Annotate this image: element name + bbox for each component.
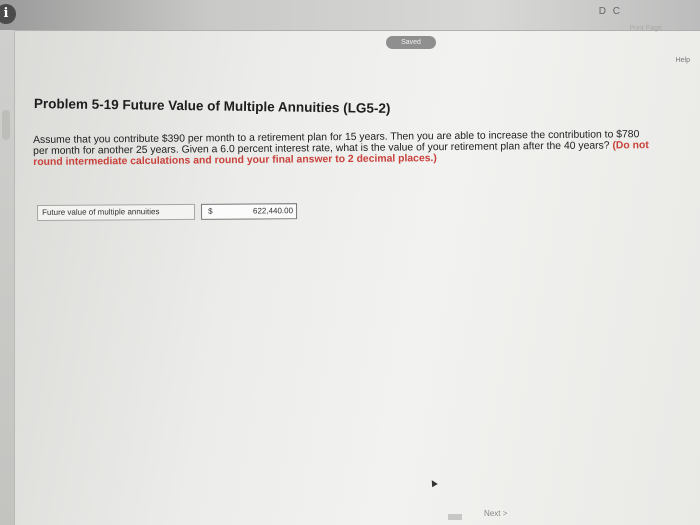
saved-status-badge: Saved bbox=[386, 36, 436, 49]
print-link[interactable]: Print Page bbox=[629, 25, 662, 32]
answer-label: Future value of multiple annuities bbox=[37, 203, 196, 221]
next-button[interactable]: Next > bbox=[484, 509, 507, 518]
currency-symbol: $ bbox=[208, 206, 213, 216]
rounding-note-start: (Do not bbox=[612, 140, 649, 152]
info-icon[interactable]: i bbox=[0, 4, 16, 24]
answer-value: 622,440.00 bbox=[252, 206, 294, 216]
next-label: Next bbox=[484, 509, 501, 518]
mouse-cursor-icon: ▲ bbox=[425, 475, 442, 491]
answer-input[interactable]: $ 622,440.00 bbox=[200, 203, 298, 220]
problem-statement: Assume that you contribute $390 per mont… bbox=[33, 129, 700, 168]
problem-title: Problem 5-19 Future Value of Multiple An… bbox=[33, 96, 391, 116]
left-rail bbox=[0, 30, 15, 525]
top-toolbar: i D C bbox=[0, 0, 700, 31]
page-indicator bbox=[448, 514, 462, 520]
chevron-right-icon: > bbox=[502, 509, 508, 518]
help-link[interactable]: Help bbox=[676, 57, 690, 64]
answer-row: Future value of multiple annuities $ 622… bbox=[37, 203, 298, 221]
screen: i D C Print Page Saved Help Problem 5-19… bbox=[0, 0, 700, 525]
rail-handle[interactable] bbox=[2, 110, 10, 140]
toolbar-icons[interactable]: D C bbox=[599, 6, 622, 17]
